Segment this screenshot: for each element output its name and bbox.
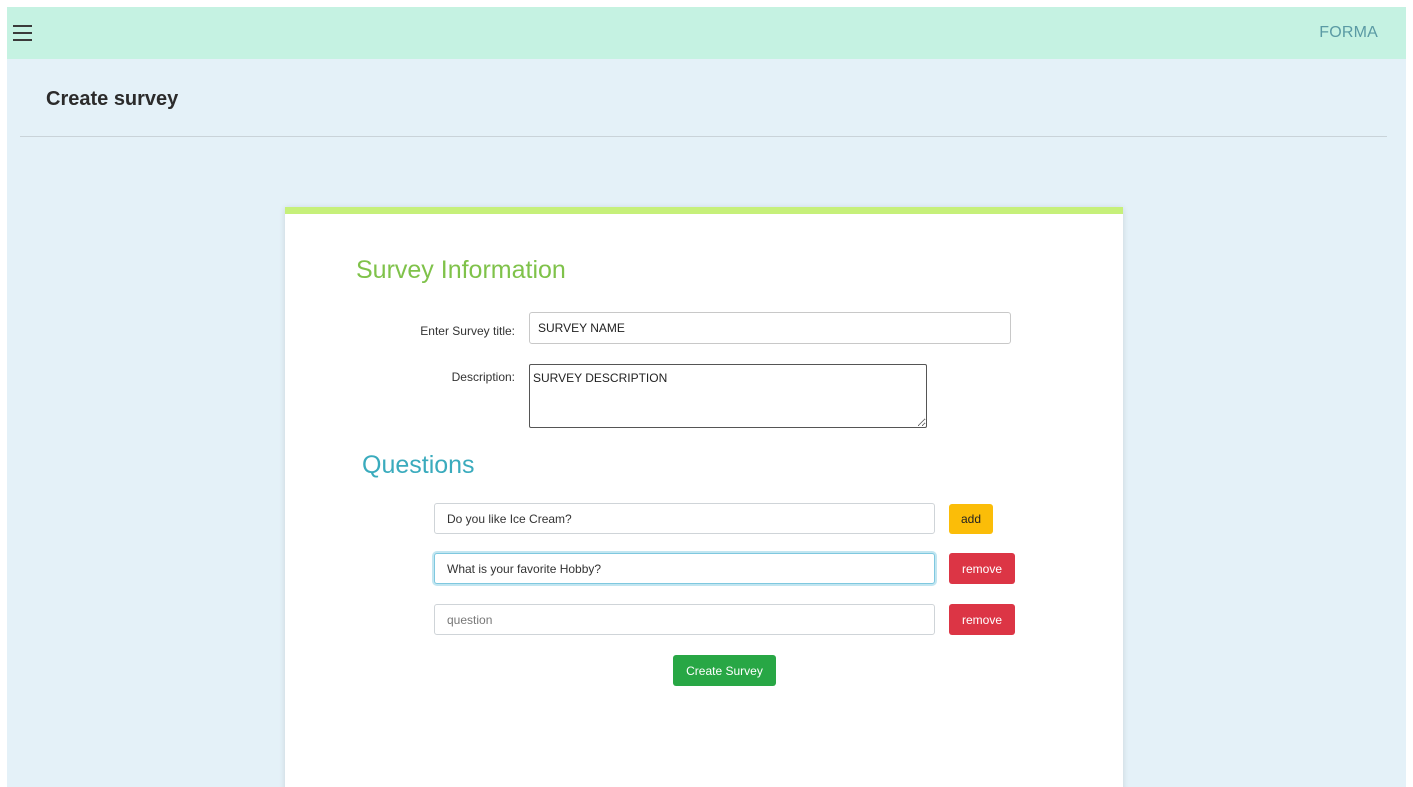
hamburger-menu-icon[interactable] (13, 25, 32, 41)
create-survey-button[interactable]: Create Survey (673, 655, 776, 686)
page-title: Create survey (46, 88, 179, 110)
hamburger-line (13, 39, 32, 41)
remove-question-button-2[interactable]: remove (949, 553, 1015, 584)
description-textarea[interactable]: SURVEY DESCRIPTION (529, 364, 927, 428)
app-window: FORMA Create survey Survey Information E… (7, 7, 1406, 787)
question-input-2[interactable] (434, 553, 935, 584)
brand-link[interactable]: FORMA (1319, 24, 1378, 42)
survey-form-card: Survey Information Enter Survey title: D… (285, 207, 1123, 787)
hamburger-line (13, 25, 32, 27)
questions-heading: Questions (362, 451, 475, 479)
question-input-3[interactable] (434, 604, 935, 635)
survey-title-input[interactable] (529, 312, 1011, 344)
remove-question-button-3[interactable]: remove (949, 604, 1015, 635)
survey-title-label: Enter Survey title: (420, 324, 515, 338)
page-header: Create survey (20, 59, 1387, 137)
question-input-1[interactable] (434, 503, 935, 534)
description-label: Description: (451, 370, 515, 384)
hamburger-line (13, 32, 32, 34)
top-navbar: FORMA (7, 7, 1406, 59)
add-question-button[interactable]: add (949, 504, 993, 534)
survey-information-heading: Survey Information (356, 256, 566, 284)
